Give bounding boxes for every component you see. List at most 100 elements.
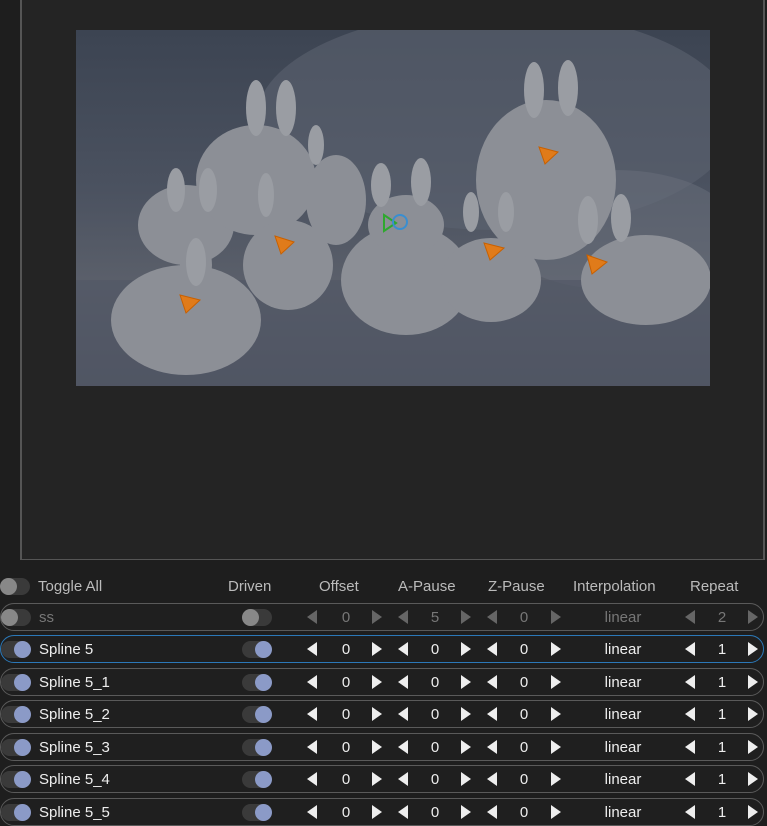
- driven-toggle[interactable]: [242, 804, 272, 821]
- toggle-all-label[interactable]: Toggle All: [38, 578, 102, 595]
- offset-increment-icon[interactable]: [372, 610, 382, 624]
- toggle-all-switch[interactable]: [0, 578, 30, 595]
- z-pause-decrement-icon[interactable]: [487, 675, 497, 689]
- interpolation-select[interactable]: linear: [591, 674, 655, 691]
- offset-decrement-icon[interactable]: [307, 642, 317, 656]
- offset-value[interactable]: 0: [336, 641, 356, 658]
- repeat-decrement-icon[interactable]: [685, 610, 695, 624]
- a-pause-increment-icon[interactable]: [461, 740, 471, 754]
- spline-row[interactable]: Spline 5_4 0 0 0 linear 1: [0, 765, 764, 793]
- z-pause-increment-icon[interactable]: [551, 707, 561, 721]
- interpolation-select[interactable]: linear: [591, 609, 655, 626]
- spline-row[interactable]: Spline 5 0 0 0 linear 1: [0, 635, 764, 663]
- z-pause-increment-icon[interactable]: [551, 805, 561, 819]
- a-pause-value[interactable]: 0: [425, 771, 445, 788]
- driven-toggle[interactable]: [242, 609, 272, 626]
- offset-increment-icon[interactable]: [372, 707, 382, 721]
- spline-enable-toggle[interactable]: [1, 609, 31, 626]
- repeat-increment-icon[interactable]: [748, 805, 758, 819]
- offset-value[interactable]: 0: [336, 739, 356, 756]
- interpolation-select[interactable]: linear: [591, 706, 655, 723]
- interpolation-select[interactable]: linear: [591, 641, 655, 658]
- a-pause-increment-icon[interactable]: [461, 610, 471, 624]
- repeat-decrement-icon[interactable]: [685, 740, 695, 754]
- spline-enable-toggle[interactable]: [1, 674, 31, 691]
- spline-name[interactable]: Spline 5: [39, 641, 93, 658]
- z-pause-increment-icon[interactable]: [551, 772, 561, 786]
- spline-enable-toggle[interactable]: [1, 739, 31, 756]
- z-pause-decrement-icon[interactable]: [487, 610, 497, 624]
- repeat-decrement-icon[interactable]: [685, 707, 695, 721]
- spline-row[interactable]: Spline 5_2 0 0 0 linear 1: [0, 700, 764, 728]
- repeat-increment-icon[interactable]: [748, 610, 758, 624]
- offset-increment-icon[interactable]: [372, 675, 382, 689]
- a-pause-value[interactable]: 0: [425, 739, 445, 756]
- z-pause-decrement-icon[interactable]: [487, 707, 497, 721]
- driven-toggle[interactable]: [242, 706, 272, 723]
- interpolation-select[interactable]: linear: [591, 771, 655, 788]
- offset-decrement-icon[interactable]: [307, 772, 317, 786]
- a-pause-value[interactable]: 0: [425, 674, 445, 691]
- repeat-increment-icon[interactable]: [748, 707, 758, 721]
- spline-name[interactable]: Spline 5_2: [39, 706, 110, 723]
- z-pause-increment-icon[interactable]: [551, 610, 561, 624]
- z-pause-increment-icon[interactable]: [551, 740, 561, 754]
- z-pause-decrement-icon[interactable]: [487, 772, 497, 786]
- repeat-value[interactable]: 1: [712, 804, 732, 821]
- repeat-value[interactable]: 1: [712, 641, 732, 658]
- spline-enable-toggle[interactable]: [1, 706, 31, 723]
- spline-enable-toggle[interactable]: [1, 771, 31, 788]
- z-pause-value[interactable]: 0: [514, 609, 534, 626]
- z-pause-increment-icon[interactable]: [551, 675, 561, 689]
- spline-name[interactable]: Spline 5_5: [39, 804, 110, 821]
- repeat-increment-icon[interactable]: [748, 740, 758, 754]
- z-pause-decrement-icon[interactable]: [487, 740, 497, 754]
- a-pause-increment-icon[interactable]: [461, 772, 471, 786]
- spline-name[interactable]: Spline 5_1: [39, 674, 110, 691]
- z-pause-value[interactable]: 0: [514, 674, 534, 691]
- offset-decrement-icon[interactable]: [307, 740, 317, 754]
- a-pause-decrement-icon[interactable]: [398, 740, 408, 754]
- z-pause-value[interactable]: 0: [514, 804, 534, 821]
- spline-row[interactable]: Spline 5_5 0 0 0 linear 1: [0, 798, 764, 826]
- repeat-increment-icon[interactable]: [748, 642, 758, 656]
- spline-row[interactable]: Spline 5_1 0 0 0 linear 1: [0, 668, 764, 696]
- a-pause-increment-icon[interactable]: [461, 642, 471, 656]
- a-pause-decrement-icon[interactable]: [398, 642, 408, 656]
- repeat-decrement-icon[interactable]: [685, 772, 695, 786]
- a-pause-decrement-icon[interactable]: [398, 805, 408, 819]
- interpolation-select[interactable]: linear: [591, 739, 655, 756]
- offset-value[interactable]: 0: [336, 609, 356, 626]
- z-pause-value[interactable]: 0: [514, 771, 534, 788]
- offset-increment-icon[interactable]: [372, 740, 382, 754]
- offset-decrement-icon[interactable]: [307, 675, 317, 689]
- repeat-decrement-icon[interactable]: [685, 642, 695, 656]
- z-pause-value[interactable]: 0: [514, 706, 534, 723]
- repeat-decrement-icon[interactable]: [685, 805, 695, 819]
- z-pause-decrement-icon[interactable]: [487, 642, 497, 656]
- a-pause-increment-icon[interactable]: [461, 707, 471, 721]
- interpolation-select[interactable]: linear: [591, 804, 655, 821]
- spline-name[interactable]: Spline 5_4: [39, 771, 110, 788]
- spline-enable-toggle[interactable]: [1, 641, 31, 658]
- a-pause-decrement-icon[interactable]: [398, 610, 408, 624]
- z-pause-value[interactable]: 0: [514, 641, 534, 658]
- offset-value[interactable]: 0: [336, 804, 356, 821]
- offset-increment-icon[interactable]: [372, 772, 382, 786]
- a-pause-decrement-icon[interactable]: [398, 772, 408, 786]
- driven-toggle[interactable]: [242, 641, 272, 658]
- repeat-increment-icon[interactable]: [748, 772, 758, 786]
- repeat-value[interactable]: 1: [712, 706, 732, 723]
- driven-toggle[interactable]: [242, 674, 272, 691]
- offset-decrement-icon[interactable]: [307, 805, 317, 819]
- repeat-value[interactable]: 1: [712, 674, 732, 691]
- z-pause-increment-icon[interactable]: [551, 642, 561, 656]
- spline-row[interactable]: Spline 5_3 0 0 0 linear 1: [0, 733, 764, 761]
- repeat-value[interactable]: 2: [712, 609, 732, 626]
- spline-enable-toggle[interactable]: [1, 804, 31, 821]
- repeat-value[interactable]: 1: [712, 771, 732, 788]
- a-pause-value[interactable]: 0: [425, 706, 445, 723]
- a-pause-value[interactable]: 0: [425, 641, 445, 658]
- offset-increment-icon[interactable]: [372, 642, 382, 656]
- z-pause-decrement-icon[interactable]: [487, 805, 497, 819]
